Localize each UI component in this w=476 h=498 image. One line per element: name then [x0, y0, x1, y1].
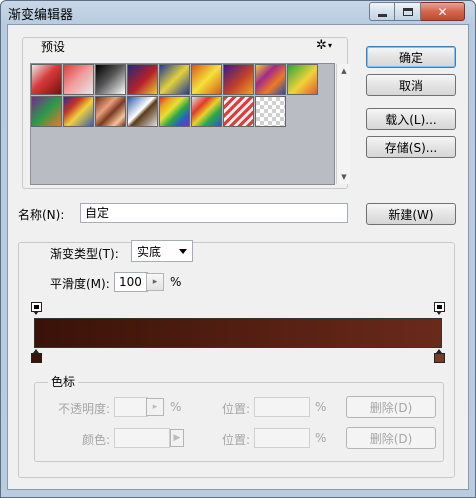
- maximize-icon: [402, 7, 413, 16]
- color-menu-arrow-icon[interactable]: ▶: [170, 429, 184, 447]
- opacity-stop-left[interactable]: [31, 302, 42, 315]
- gradient-type-value: 实底: [137, 244, 162, 259]
- preset-swatch-green-transparent[interactable]: [287, 64, 318, 95]
- new-button[interactable]: 新建(W): [366, 203, 456, 225]
- gradient-type-label: 渐变类型(T):: [50, 247, 119, 261]
- close-button[interactable]: ✕: [421, 2, 465, 21]
- smoothness-stepper-icon[interactable]: ▸: [146, 273, 164, 291]
- presets-menu-gear-icon[interactable]: ✲: [316, 38, 327, 53]
- color-label: 颜色:: [82, 433, 111, 447]
- preset-swatch-black-red[interactable]: [31, 64, 62, 95]
- opacity-location-unit: %: [315, 400, 327, 414]
- scroll-up-icon[interactable]: ▲: [337, 64, 351, 78]
- preset-swatch-violet-orange[interactable]: [223, 64, 254, 95]
- color-location-unit: %: [315, 431, 327, 445]
- ok-button[interactable]: 确定: [366, 46, 456, 68]
- preset-swatch-violet-green-orange[interactable]: [31, 96, 62, 127]
- opacity-location-input[interactable]: [254, 397, 310, 417]
- close-icon: ✕: [437, 4, 448, 19]
- preset-swatch-neutral-density[interactable]: [255, 96, 286, 127]
- opacity-label: 不透明度:: [58, 402, 111, 416]
- preset-swatch-transparent-stripes[interactable]: [223, 96, 254, 127]
- opacity-input[interactable]: [114, 397, 148, 417]
- opacity-stepper-icon[interactable]: ▸: [146, 398, 164, 416]
- load-button[interactable]: 载入(L)...: [366, 108, 456, 130]
- preset-swatch-transparent-rainbow[interactable]: [191, 96, 222, 127]
- title-bar[interactable]: 渐变编辑器 ✕: [1, 1, 475, 25]
- delete-color-stop-button[interactable]: 删除(D): [346, 427, 436, 449]
- cancel-button[interactable]: 取消: [366, 74, 456, 96]
- opacity-location-label: 位置:: [222, 402, 251, 416]
- name-input[interactable]: 自定: [80, 203, 348, 223]
- color-location-label: 位置:: [222, 433, 251, 447]
- scroll-down-icon[interactable]: ▼: [337, 170, 351, 184]
- preset-swatch-chrome[interactable]: [127, 96, 158, 127]
- color-location-input[interactable]: [254, 428, 310, 448]
- gradient-preview-bar[interactable]: [34, 318, 442, 348]
- color-stop-right[interactable]: [434, 349, 445, 363]
- preset-swatch-orange-yellow-orange[interactable]: [191, 64, 222, 95]
- preset-swatch-copper[interactable]: [95, 96, 126, 127]
- delete-opacity-stop-button[interactable]: 删除(D): [346, 396, 436, 418]
- smoothness-unit: %: [170, 275, 182, 289]
- presets-legend: 预设: [38, 38, 69, 55]
- maximize-button[interactable]: [395, 2, 421, 21]
- preset-swatch-spectrum[interactable]: [159, 96, 190, 127]
- smoothness-label: 平滑度(M):: [50, 277, 110, 291]
- presets-menu-chevron-icon[interactable]: ▾: [328, 41, 332, 50]
- window-title: 渐变编辑器: [8, 8, 74, 23]
- preset-swatch-blue-yellow-blue[interactable]: [159, 64, 190, 95]
- preset-swatch-yellow-violet-orange-blue[interactable]: [255, 64, 286, 95]
- color-stops-legend: 色标: [48, 373, 79, 390]
- presets-scrollbar[interactable]: ▲ ▼: [336, 64, 350, 184]
- gradient-type-select[interactable]: 实底: [131, 240, 193, 262]
- color-stop-left[interactable]: [31, 349, 42, 363]
- presets-swatch-grid: ▲ ▼: [30, 63, 350, 185]
- smoothness-input[interactable]: 100: [114, 272, 148, 292]
- preset-swatch-stripes-violet-yellow[interactable]: [63, 96, 94, 127]
- name-label: 名称(N):: [18, 208, 65, 222]
- opacity-unit: %: [170, 400, 182, 414]
- minimize-button[interactable]: [369, 2, 395, 21]
- save-button[interactable]: 存储(S)...: [366, 136, 456, 158]
- opacity-stop-right[interactable]: [434, 302, 445, 315]
- chevron-down-icon: [179, 249, 187, 254]
- minimize-icon: [377, 13, 387, 17]
- color-swatch-field[interactable]: [114, 428, 170, 448]
- preset-swatch-blue-red-yellow[interactable]: [127, 64, 158, 95]
- preset-swatch-black-white[interactable]: [95, 64, 126, 95]
- color-stops-group: [34, 382, 444, 462]
- preset-swatch-red-transparent[interactable]: [63, 64, 94, 95]
